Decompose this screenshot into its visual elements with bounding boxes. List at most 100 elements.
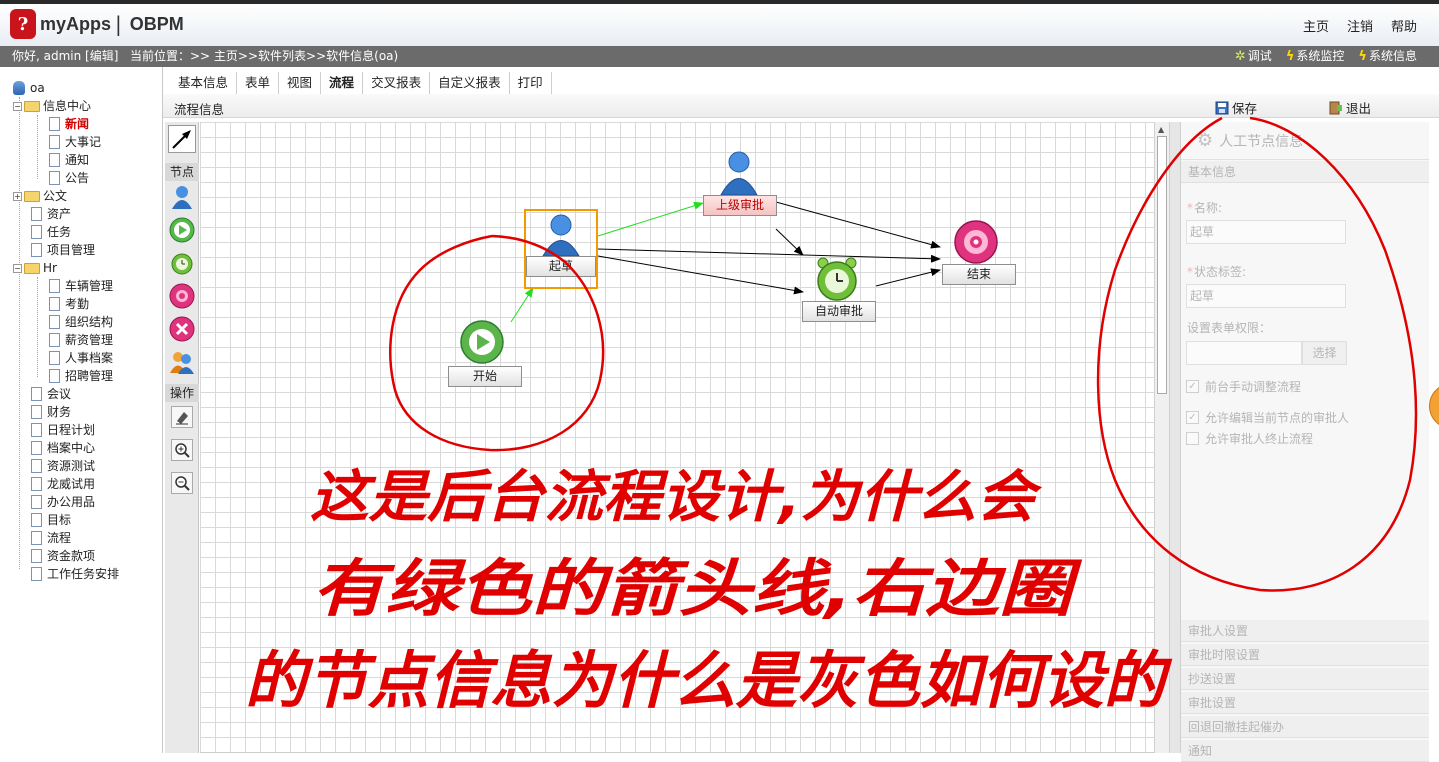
flow-canvas[interactable]: 开始 起草 上级审批 自动审批 结束 <box>200 122 1154 753</box>
scrollbar-thumb[interactable] <box>1157 136 1167 394</box>
sidebar-item[interactable]: 大事记 <box>49 133 101 151</box>
arrow-pointer-icon <box>172 130 191 149</box>
checkbox-icon[interactable]: ✓ <box>1186 380 1199 393</box>
document-icon <box>49 351 60 365</box>
sidebar-item[interactable]: 目标 <box>31 511 71 529</box>
approval-settings-section[interactable]: 审批设置 <box>1181 692 1429 714</box>
document-icon <box>49 117 60 131</box>
debug-link[interactable]: ✲ 调试 <box>1235 46 1272 67</box>
tab-print[interactable]: 打印 <box>510 72 552 94</box>
panel-splitter[interactable] <box>1169 122 1181 753</box>
floating-helper-button[interactable] <box>1429 383 1439 429</box>
canvas-scrollbar[interactable]: ▲ <box>1154 122 1169 753</box>
sidebar-item[interactable]: − Hr <box>13 259 57 277</box>
select-arrow-tool[interactable] <box>168 125 196 153</box>
edge-superior-end[interactable] <box>775 201 941 249</box>
eraser-tool[interactable] <box>171 406 193 428</box>
sidebar-item[interactable]: + 公文 <box>13 187 67 205</box>
flow-node-draft[interactable]: 起草 <box>524 209 598 289</box>
app-logo[interactable]: ? myApps | OBPM <box>10 9 184 39</box>
scroll-up-icon[interactable]: ▲ <box>1158 125 1164 134</box>
sidebar-item[interactable]: 流程 <box>31 529 71 547</box>
user-greeting[interactable]: 你好, admin [编辑] <box>12 46 118 67</box>
sidebar-item[interactable]: 招聘管理 <box>49 367 113 385</box>
tab-flow[interactable]: 流程 <box>321 72 364 94</box>
sidebar-item[interactable]: 薪资管理 <box>49 331 113 349</box>
sidebar-item[interactable]: 会议 <box>31 385 71 403</box>
notify-section[interactable]: 通知 <box>1181 740 1429 762</box>
sidebar-item[interactable]: 资金款项 <box>31 547 95 565</box>
lightning-icon: ϟ <box>1358 49 1367 64</box>
checkbox-icon[interactable]: ✓ <box>1186 411 1199 424</box>
sidebar-item[interactable]: 公告 <box>49 169 89 187</box>
document-icon <box>49 153 60 167</box>
edge-draft-superior[interactable] <box>597 201 704 237</box>
help-link[interactable]: 帮助 <box>1391 16 1417 35</box>
tree-root[interactable]: oa <box>13 79 45 97</box>
basic-info-section[interactable]: 基本信息 <box>1181 161 1429 183</box>
sidebar-item[interactable]: 工作任务安排 <box>31 565 119 583</box>
sidebar-item-label: 组织结构 <box>65 315 114 329</box>
edge-draft-auto[interactable] <box>597 255 804 295</box>
sidebar-item[interactable]: 项目管理 <box>31 241 95 259</box>
rollback-suspend-section[interactable]: 回退回撤挂起催办 <box>1181 716 1429 738</box>
edge-auto-end[interactable] <box>875 268 941 287</box>
check-edit-approver[interactable]: ✓ 允许编辑当前节点的审批人 <box>1186 409 1349 426</box>
expand-toggle-icon[interactable]: − <box>13 263 22 273</box>
tab-cross-report[interactable]: 交叉报表 <box>363 72 431 94</box>
status-field[interactable]: 起草 <box>1186 284 1346 308</box>
manual-node-tool[interactable] <box>168 183 196 211</box>
system-monitor-link[interactable]: ϟ 系统监控 <box>1286 46 1345 67</box>
edge-draft-end[interactable] <box>597 248 941 263</box>
check-terminate-flow[interactable]: 允许审批人终止流程 <box>1186 430 1313 447</box>
zoom-out-tool[interactable] <box>171 472 193 494</box>
exit-button[interactable]: 退出 <box>1328 98 1371 117</box>
sidebar-item[interactable]: 财务 <box>31 403 71 421</box>
choose-button[interactable]: 选择 <box>1302 341 1347 365</box>
zoom-in-tool[interactable] <box>171 439 193 461</box>
sidebar-item[interactable]: 资源测试 <box>31 457 95 475</box>
form-permission-field[interactable] <box>1186 341 1302 365</box>
document-icon <box>31 549 42 563</box>
expand-toggle-icon[interactable]: − <box>13 101 22 111</box>
sidebar-item[interactable]: 考勤 <box>49 295 89 313</box>
tab-custom-report[interactable]: 自定义报表 <box>430 72 510 94</box>
tab-basic-info[interactable]: 基本信息 <box>170 72 238 94</box>
checkbox-icon[interactable] <box>1186 432 1199 445</box>
sidebar-item[interactable]: 办公用品 <box>31 493 95 511</box>
debug-label: 调试 <box>1247 49 1272 63</box>
check-manual-adjust[interactable]: ✓ 前台手动调整流程 <box>1186 378 1301 395</box>
sidebar-item[interactable]: 档案中心 <box>31 439 95 457</box>
tab-view[interactable]: 视图 <box>279 72 322 94</box>
sidebar-item[interactable]: 通知 <box>49 151 89 169</box>
sidebar-item[interactable]: 新闻 <box>49 115 89 133</box>
document-icon <box>49 279 60 293</box>
approval-deadline-section[interactable]: 审批时限设置 <box>1181 644 1429 666</box>
terminate-node-tool[interactable] <box>168 315 196 343</box>
home-link[interactable]: 主页 <box>1303 16 1329 35</box>
logout-link[interactable]: 注销 <box>1347 16 1373 35</box>
sidebar-item[interactable]: 车辆管理 <box>49 277 113 295</box>
edge-start-draft[interactable] <box>510 287 534 323</box>
system-info-link[interactable]: ϟ 系统信息 <box>1358 46 1417 67</box>
sidebar-item[interactable]: 人事档案 <box>49 349 113 367</box>
sidebar-item[interactable]: 任务 <box>31 223 71 241</box>
subflow-node-tool[interactable] <box>168 348 196 376</box>
sidebar-item[interactable]: − 信息中心 <box>13 97 91 115</box>
close-x-icon <box>169 316 195 342</box>
end-node-tool[interactable] <box>168 282 196 310</box>
sidebar-item[interactable]: 龙威试用 <box>31 475 95 493</box>
tab-form[interactable]: 表单 <box>237 72 280 94</box>
edge-superior-auto[interactable] <box>775 228 804 256</box>
save-button[interactable]: 保存 <box>1215 98 1257 117</box>
expand-toggle-icon[interactable]: + <box>13 191 22 201</box>
sidebar-item[interactable]: 组织结构 <box>49 313 113 331</box>
approver-settings-section[interactable]: 审批人设置 <box>1181 620 1429 642</box>
auto-node-tool[interactable] <box>168 249 196 277</box>
sidebar-item[interactable]: 日程计划 <box>31 421 95 439</box>
sidebar-item-label: 通知 <box>65 153 90 167</box>
name-field[interactable]: 起草 <box>1186 220 1346 244</box>
start-node-tool[interactable] <box>168 216 196 244</box>
sidebar-item[interactable]: 资产 <box>31 205 71 223</box>
cc-settings-section[interactable]: 抄送设置 <box>1181 668 1429 690</box>
